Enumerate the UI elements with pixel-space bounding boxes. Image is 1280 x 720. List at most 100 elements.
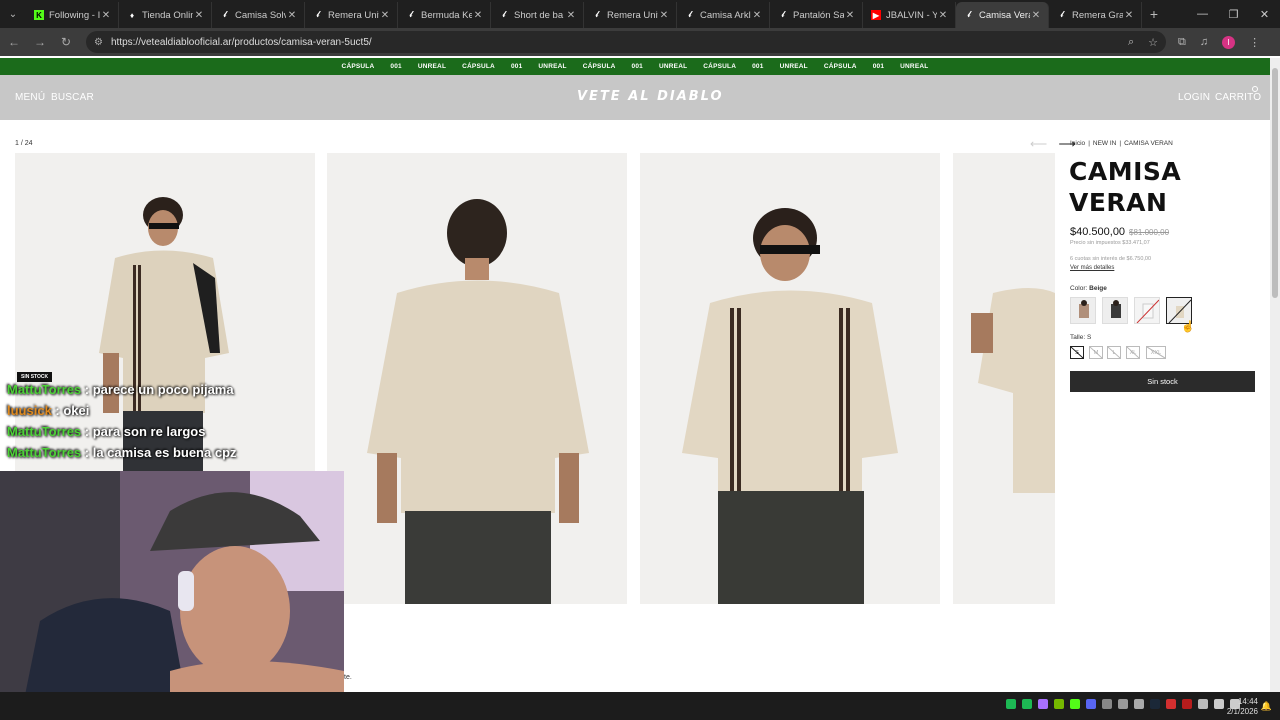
- restore-icon[interactable]: ❐: [1218, 0, 1249, 28]
- breadcrumb-item[interactable]: NEW IN: [1093, 140, 1116, 147]
- spotify-alt-icon[interactable]: [1022, 699, 1032, 709]
- browser-toolbar: ← → ↻ ⚙ https://vetealdiablooficial.ar/p…: [0, 28, 1280, 56]
- profile-avatar[interactable]: I: [1222, 35, 1236, 49]
- reload-icon[interactable]: ↻: [54, 30, 78, 54]
- tab-close-icon[interactable]: ✕: [751, 10, 763, 21]
- tab-close-icon[interactable]: ✕: [565, 10, 577, 21]
- search-link[interactable]: BUSCAR: [51, 92, 94, 103]
- product-title: CAMISA VERAN: [1069, 156, 1181, 218]
- more-details-link[interactable]: Ver más detalles: [1070, 265, 1114, 271]
- address-bar[interactable]: ⚙ https://vetealdiablooficial.ar/product…: [86, 31, 1166, 53]
- streaming-app-icon[interactable]: [1038, 699, 1048, 709]
- spotify-icon[interactable]: [1006, 699, 1016, 709]
- browser-tab[interactable]: 𝓁 Remera Grai ✕: [1049, 2, 1142, 28]
- volume-icon[interactable]: [1214, 699, 1224, 709]
- new-tab-button[interactable]: +: [1142, 6, 1166, 22]
- announcement-item: 001: [631, 63, 643, 70]
- site-icon: 𝓁: [316, 10, 320, 19]
- gallery-counter: 1 / 24: [15, 140, 33, 147]
- browser-tab[interactable]: 𝓁 Pantalón Sa ✕: [770, 2, 863, 28]
- installments-note: 6 cuotas sin interés de $6.750,00: [1070, 256, 1152, 262]
- discord-icon[interactable]: [1086, 699, 1096, 709]
- announcement-item: UNREAL: [779, 63, 808, 70]
- browser-tab[interactable]: 𝓁 Remera Univ ✕: [305, 2, 398, 28]
- login-link[interactable]: LOGIN: [1178, 92, 1210, 103]
- notification-bell-icon[interactable]: 🔔: [1261, 701, 1272, 712]
- site-logo[interactable]: VETE AL DIABLO: [577, 89, 724, 104]
- product-photo-4[interactable]: [953, 153, 1055, 604]
- size-option-xl[interactable]: XL: [1126, 346, 1140, 359]
- antivirus-icon[interactable]: [1182, 699, 1192, 709]
- media-controls-icon[interactable]: ♫: [1200, 36, 1208, 48]
- browser-tab[interactable]: ♦ Tienda Onlin ✕: [119, 2, 212, 28]
- minimize-icon[interactable]: —: [1187, 0, 1218, 28]
- browser-tab[interactable]: K Following - I ✕: [26, 2, 119, 28]
- site-header: MENÚ BUSCAR VETE AL DIABLO LOGIN CARRITO: [0, 75, 1270, 120]
- menu-link[interactable]: MENÚ: [15, 92, 45, 103]
- steam-icon[interactable]: [1150, 699, 1160, 709]
- tab-close-icon[interactable]: ✕: [472, 10, 484, 21]
- clock[interactable]: 14:44 2/1/2026: [1227, 697, 1258, 717]
- extensions-icon[interactable]: ⧉: [1178, 36, 1186, 49]
- product-photo-2[interactable]: [327, 153, 627, 604]
- tab-close-icon[interactable]: ✕: [379, 10, 391, 21]
- tab-title: Short de ba: [514, 9, 564, 21]
- bookmark-star-icon[interactable]: ☆: [1148, 36, 1158, 49]
- network-icon[interactable]: [1198, 699, 1208, 709]
- product-photo-3[interactable]: [640, 153, 940, 604]
- chat-message: MattuTorres : parece un poco pijama: [7, 382, 237, 397]
- kick-tray-icon[interactable]: [1070, 699, 1080, 709]
- browser-tab[interactable]: 𝓁 Bermuda Ke ✕: [398, 2, 491, 28]
- scrollbar-thumb[interactable]: [1272, 68, 1278, 298]
- browser-tab[interactable]: ▶ JBALVIN - Yo✕: [863, 2, 956, 28]
- announcement-item: 001: [510, 63, 523, 70]
- tab-close-icon[interactable]: ✕: [286, 10, 298, 21]
- size-option-s[interactable]: S: [1070, 346, 1084, 359]
- color-swatch-1[interactable]: [1070, 297, 1096, 324]
- tab-close-icon[interactable]: ✕: [100, 10, 112, 21]
- browser-tab[interactable]: 𝓁 Remera Univ ✕: [584, 2, 677, 28]
- close-window-icon[interactable]: ✕: [1249, 0, 1280, 28]
- breadcrumb-item[interactable]: Inicio: [1070, 140, 1085, 147]
- cart-link[interactable]: CARRITO: [1215, 92, 1261, 103]
- browser-tab[interactable]: 𝓁 Short de ba ✕: [491, 2, 584, 28]
- tab-close-icon[interactable]: ✕: [193, 10, 205, 21]
- browser-tab[interactable]: 𝓁 Camisa Arkl ✕: [677, 2, 770, 28]
- gallery-arrows: ⟵ ⟶: [1022, 137, 1076, 151]
- tray-app-2-icon[interactable]: [1118, 699, 1128, 709]
- tiendanube-icon: ♦: [129, 10, 135, 20]
- browser-tab[interactable]: 𝓁 Camisa Solv ✕: [212, 2, 305, 28]
- browser-tab[interactable]: 𝓁 Camisa Vera ✕: [956, 2, 1049, 28]
- tray-app-icon[interactable]: [1102, 699, 1112, 709]
- tab-close-icon[interactable]: ✕: [658, 10, 670, 21]
- chat-text: : la camisa es buena cpz: [84, 445, 237, 460]
- nvidia-icon[interactable]: [1054, 699, 1064, 709]
- riot-icon[interactable]: [1166, 699, 1176, 709]
- tab-close-icon[interactable]: ✕: [937, 10, 949, 21]
- model-side-image: [953, 153, 1055, 604]
- site-settings-icon[interactable]: ⚙: [94, 37, 103, 48]
- tab-close-icon[interactable]: ✕: [1030, 10, 1042, 21]
- tab-close-icon[interactable]: ✕: [844, 10, 856, 21]
- tab-search-chevron-icon[interactable]: ⌄: [0, 0, 26, 28]
- tab-close-icon[interactable]: ✕: [1123, 10, 1135, 21]
- color-swatch-2[interactable]: [1102, 297, 1128, 324]
- back-icon[interactable]: ←: [2, 30, 26, 54]
- size-option-m[interactable]: M: [1089, 346, 1103, 359]
- size-option-l[interactable]: L: [1107, 346, 1121, 359]
- announcement-item: CÁPSULA: [462, 63, 495, 70]
- color-swatch-3[interactable]: [1134, 297, 1160, 324]
- forward-icon[interactable]: →: [28, 30, 52, 54]
- kebab-menu-icon[interactable]: ⋮: [1249, 36, 1260, 49]
- breadcrumb-item[interactable]: CAMISA VERAN: [1124, 140, 1173, 147]
- page-scrollbar[interactable]: [1270, 58, 1280, 692]
- out-of-stock-button[interactable]: Sin stock: [1070, 371, 1255, 392]
- tab-title: Following - I: [49, 9, 100, 21]
- size-option-xxl[interactable]: XXL: [1146, 346, 1166, 359]
- zoom-icon[interactable]: ⌕: [1128, 36, 1134, 49]
- microphone-icon[interactable]: [1134, 699, 1144, 709]
- url-text[interactable]: https://vetealdiablooficial.ar/productos…: [111, 37, 1114, 48]
- sin-stock-badge: SIN STOCK: [17, 372, 53, 382]
- gallery-prev-arrow-icon[interactable]: ⟵: [1030, 137, 1047, 151]
- announcement-item: CÁPSULA: [703, 63, 737, 70]
